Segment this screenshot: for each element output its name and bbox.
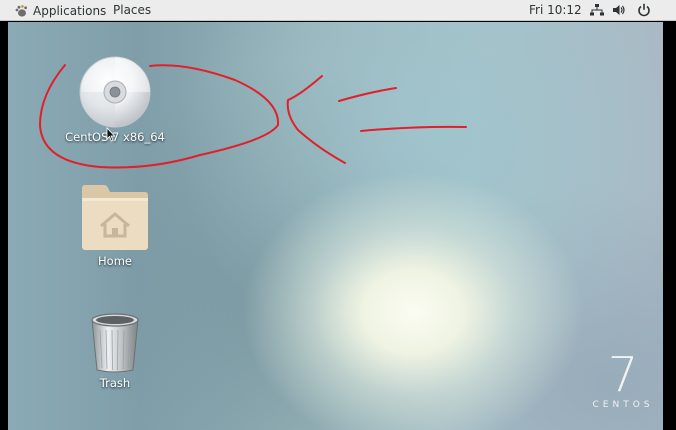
clock[interactable]: Fri 10:12 <box>529 0 582 21</box>
home-folder-icon <box>82 185 148 250</box>
disc-icon <box>79 56 151 128</box>
trash-icon <box>91 313 139 373</box>
desktop-icon-trash[interactable]: Trash <box>70 310 160 390</box>
desktop[interactable]: CentOS 7 x86_64 Home Trash 7 CENTOS <box>8 22 663 430</box>
power-icon[interactable] <box>637 3 651 17</box>
applications-menu[interactable]: Applications <box>14 0 106 21</box>
applications-label: Applications <box>33 3 107 18</box>
brand-version-number: 7 <box>607 347 639 403</box>
volume-icon[interactable] <box>612 3 626 17</box>
desktop-icon-label: Home <box>98 254 132 268</box>
network-icon[interactable] <box>590 3 604 17</box>
right-frame-edge <box>663 22 676 430</box>
left-frame-edge <box>0 22 8 430</box>
brand-wordmark: CENTOS <box>592 400 654 410</box>
gnome-foot-icon <box>15 4 27 17</box>
desktop-icon-home[interactable]: Home <box>70 182 160 268</box>
centos-brand-watermark: 7 CENTOS <box>588 347 658 410</box>
desktop-icon-label: Trash <box>99 376 131 390</box>
top-panel: Applications Places Fri 10:12 <box>0 0 676 21</box>
mouse-pointer-icon <box>106 127 116 142</box>
places-menu[interactable]: Places <box>113 0 151 21</box>
